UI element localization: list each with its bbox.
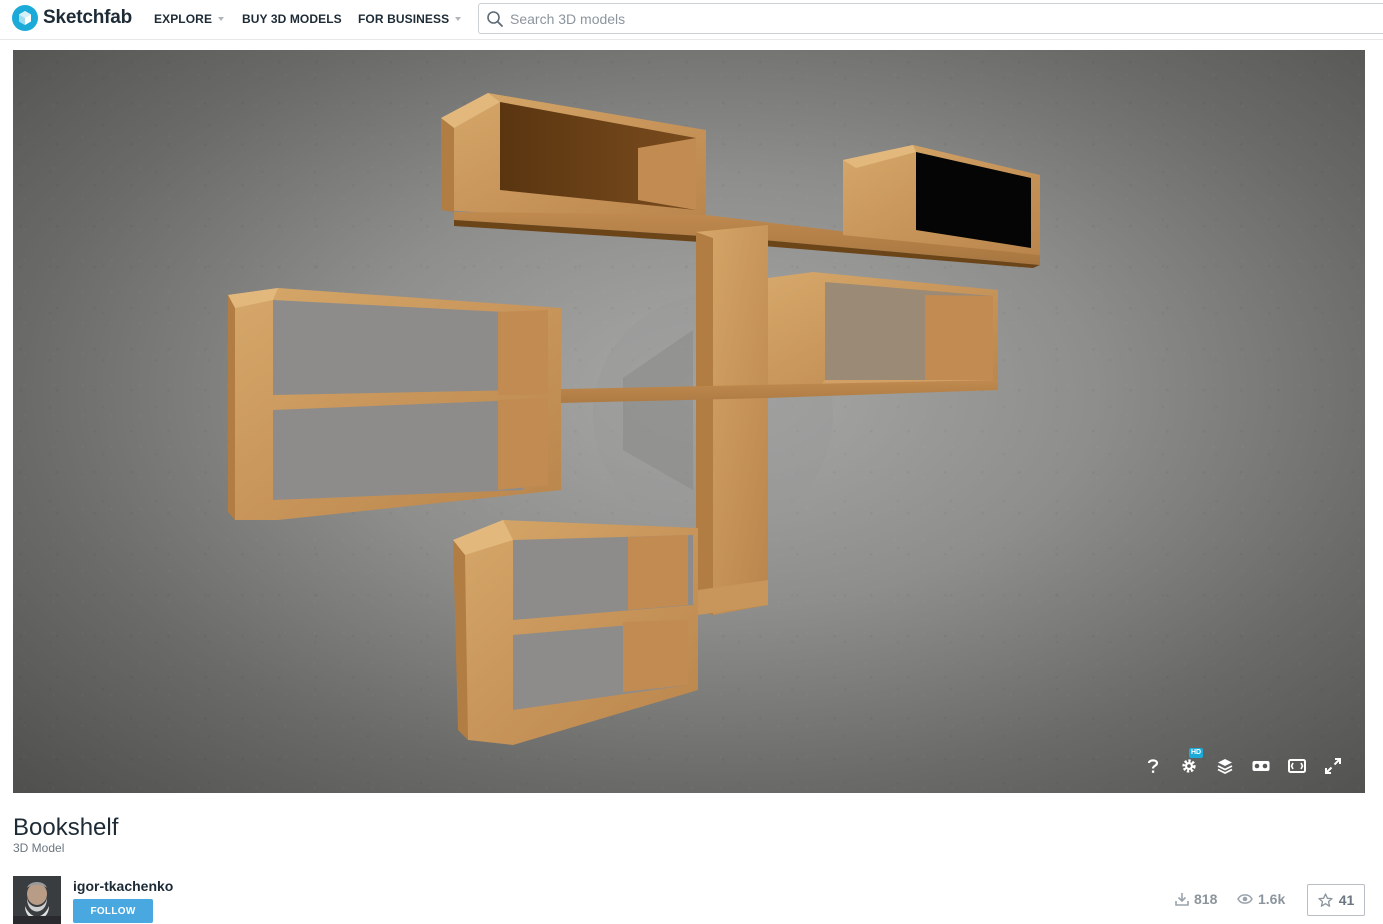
nav-for-business[interactable]: FOR BUSINESS (358, 0, 462, 38)
like-button[interactable]: 41 (1307, 884, 1365, 916)
shelf-mid-right (768, 272, 998, 395)
shelf-big-left (228, 288, 561, 520)
search-input[interactable] (510, 10, 1360, 27)
eye-icon (1237, 894, 1253, 904)
settings-icon (1182, 759, 1196, 773)
avatar[interactable] (13, 876, 61, 924)
viewer-controls: HD (1135, 748, 1351, 779)
logo-text: Sketchfab (43, 7, 133, 28)
author-avatar-image (13, 876, 61, 924)
view-count-value: 1.6k (1258, 891, 1286, 907)
layers-button[interactable] (1207, 753, 1243, 779)
shelf-bottom (453, 520, 698, 745)
bookshelf-3d-render[interactable] (13, 50, 1365, 793)
like-count: 41 (1338, 892, 1355, 908)
sketchfab-logo-icon (12, 5, 38, 31)
settings-button[interactable]: HD (1171, 748, 1207, 779)
sketchfab-logo[interactable]: Sketchfab (12, 4, 132, 32)
vr-button[interactable] (1243, 753, 1279, 779)
chevron-down-icon (455, 17, 462, 21)
theater-mode-button[interactable] (1279, 753, 1315, 779)
model-type: 3D Model (13, 841, 65, 855)
top-header: Sketchfab EXPLORE BUY 3D MODELS FOR BUSI… (0, 0, 1383, 40)
theater-mode-icon (1288, 759, 1306, 773)
fullscreen-icon (1325, 758, 1341, 774)
search-box (478, 3, 1383, 34)
shelf-top-left (441, 93, 706, 225)
nav-explore[interactable]: EXPLORE (154, 0, 225, 38)
model-viewer[interactable]: HD (13, 50, 1365, 793)
download-count: 818 (1175, 891, 1217, 907)
vr-icon (1252, 761, 1270, 771)
chevron-down-icon (218, 17, 225, 21)
nav-business-label: FOR BUSINESS (358, 12, 450, 26)
view-count: 1.6k (1237, 891, 1285, 907)
author-name[interactable]: igor-tkachenko (73, 878, 173, 894)
layers-icon (1217, 759, 1233, 774)
nav-buy-label: BUY 3D MODELS (242, 12, 342, 26)
help-button[interactable] (1135, 753, 1171, 779)
fullscreen-button[interactable] (1315, 753, 1351, 779)
download-icon (1175, 893, 1189, 906)
download-count-value: 818 (1194, 891, 1218, 907)
star-icon (1318, 892, 1333, 907)
nav-explore-label: EXPLORE (154, 12, 213, 26)
help-icon (1147, 759, 1159, 773)
follow-button[interactable]: FOLLOW (73, 899, 153, 923)
model-title: Bookshelf (13, 814, 119, 841)
hd-badge: HD (1189, 748, 1204, 758)
search-icon[interactable] (486, 10, 504, 28)
nav-buy-3d-models[interactable]: BUY 3D MODELS (242, 0, 342, 38)
